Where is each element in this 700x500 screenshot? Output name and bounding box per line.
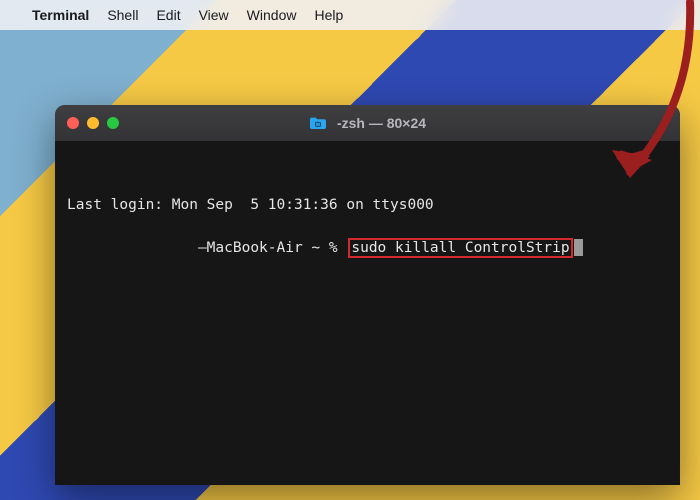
menubar-item-help[interactable]: Help [314,7,343,23]
traffic-lights [67,117,119,129]
menubar-item-edit[interactable]: Edit [156,7,180,23]
folder-icon [309,116,327,130]
shell-prompt: —MacBook-Air ~ % [102,240,346,256]
terminal-content[interactable]: Last login: Mon Sep 5 10:31:36 on ttys00… [55,141,680,292]
typed-command: sudo killall ControlStrip [348,238,572,258]
close-button[interactable] [67,117,79,129]
menubar-item-shell[interactable]: Shell [107,7,138,23]
window-title-area: -zsh — 80×24 [55,115,680,131]
fullscreen-button[interactable] [107,117,119,129]
macos-menubar: Terminal Shell Edit View Window Help [0,0,700,30]
terminal-line-last-login: Last login: Mon Sep 5 10:31:36 on ttys00… [67,195,668,217]
menubar-app-name[interactable]: Terminal [32,7,89,23]
menubar-item-view[interactable]: View [199,7,229,23]
terminal-cursor [574,239,583,256]
menubar-item-window[interactable]: Window [247,7,297,23]
terminal-titlebar[interactable]: -zsh — 80×24 [55,105,680,141]
terminal-window[interactable]: -zsh — 80×24 Last login: Mon Sep 5 10:31… [55,105,680,485]
minimize-button[interactable] [87,117,99,129]
window-title-text: -zsh — 80×24 [337,115,426,131]
terminal-prompt-line: —MacBook-Air ~ % sudo killall ControlStr… [102,238,583,260]
